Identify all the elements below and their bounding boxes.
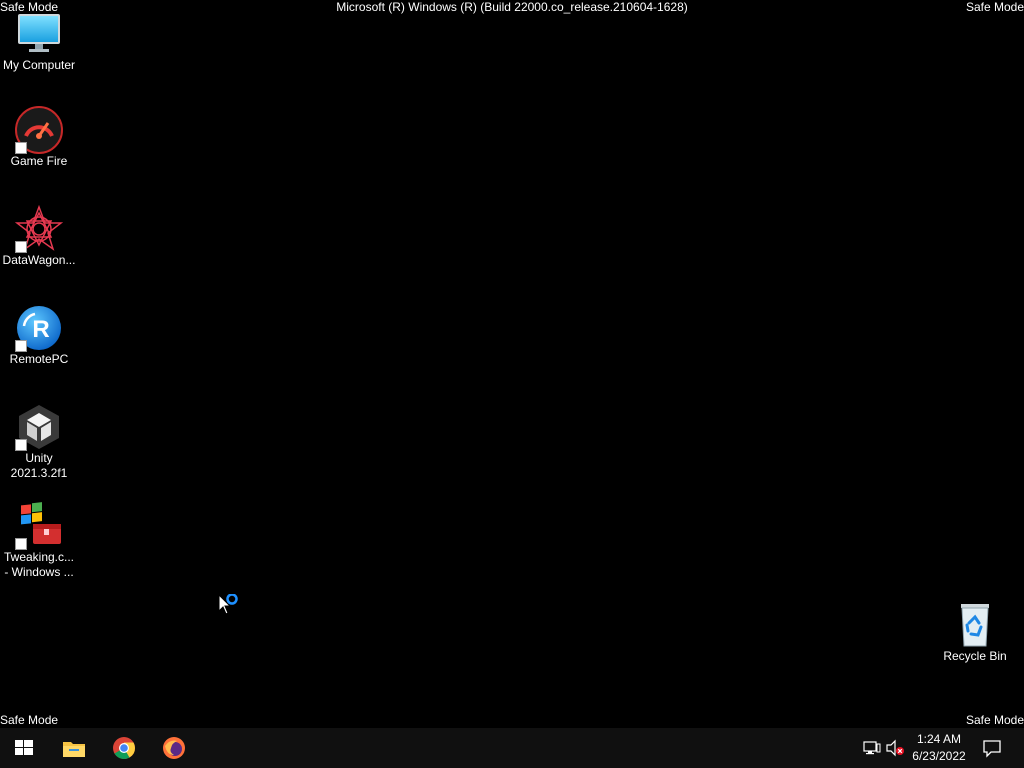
file-explorer-icon [63,742,85,757]
desktop-icon-tweaking[interactable]: Tweaking.c... - Windows ... [0,502,78,580]
desktop-icon-label: RemotePC [9,352,69,366]
desktop-icon-unity[interactable]: Unity 2021.3.2f1 [0,403,78,481]
shortcut-arrow-icon [15,241,27,253]
remotepc-icon: R [15,304,63,352]
game-fire-icon [15,106,63,154]
firefox-button[interactable] [150,728,198,768]
desktop-icon-label: My Computer [2,58,76,72]
desktop-icon-label-line2: - Windows ... [4,565,74,579]
network-icon[interactable] [862,738,882,758]
shortcut-arrow-icon [15,340,27,352]
volume-muted-icon[interactable] [885,738,905,758]
recycle-bin-icon [951,601,999,649]
desktop-icon-label: Game Fire [10,154,68,168]
shortcut-arrow-icon [15,142,27,154]
firefox-icon [163,737,185,759]
safe-mode-label-bottom-left: Safe Mode [0,713,59,727]
desktop-icon-remotepc[interactable]: R RemotePC [0,304,78,367]
taskbar-clock[interactable]: 1:24 AM 6/23/2022 [905,731,973,765]
file-explorer-button[interactable] [50,728,98,768]
desktop-icon-label: Recycle Bin [943,649,1007,663]
build-info-label: Microsoft (R) Windows (R) (Build 22000.c… [336,0,688,14]
desktop-icon-label: DataWagon... [2,253,76,267]
chrome-icon [113,737,135,759]
action-center-icon [983,740,1001,758]
shortcut-arrow-icon [15,439,27,451]
desktop-icon-label: Tweaking.c... [3,550,75,564]
desktop-icon-label: Unity [25,451,53,465]
datawagon-icon [14,204,64,253]
svg-text:R: R [32,316,49,343]
clock-date: 6/23/2022 [912,749,966,763]
shortcut-arrow-icon [15,538,27,550]
start-button[interactable] [0,728,48,768]
monitor-icon [15,10,63,58]
safe-mode-label-bottom-right: Safe Mode [965,713,1024,727]
unity-icon [15,403,63,451]
chrome-button[interactable] [100,728,148,768]
desktop-icon-label-line2: 2021.3.2f1 [10,466,68,480]
desktop-icon-recycle-bin[interactable]: Recycle Bin [936,601,1014,664]
desktop-icon-game-fire[interactable]: Game Fire [0,106,78,169]
action-center-button[interactable] [978,728,1008,768]
busy-cursor-icon [218,593,244,619]
safe-mode-label-top-right: Safe Mode [965,0,1024,14]
desktop-icon-datawagon[interactable]: DataWagon... [0,204,78,268]
clock-time: 1:24 AM [916,732,962,746]
desktop-icon-my-computer[interactable]: My Computer [0,10,78,73]
taskbar: 1:24 AM 6/23/2022 [0,728,1024,768]
tweaking-icon [15,502,63,550]
windows-start-icon [15,740,33,755]
